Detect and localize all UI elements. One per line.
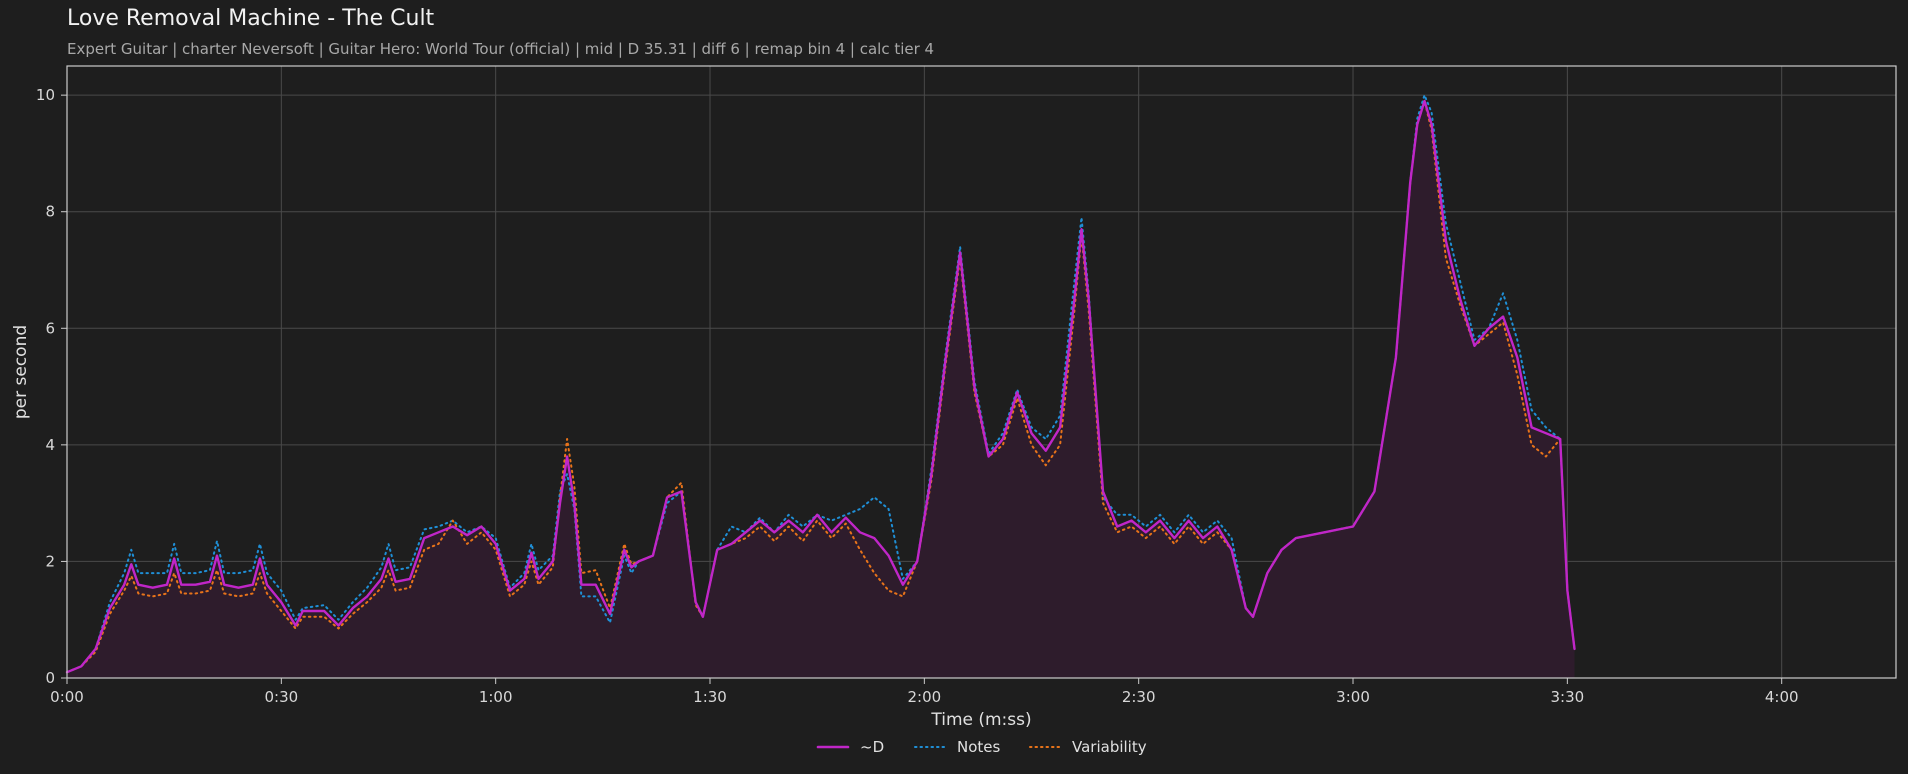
x-tick-label: 1:30 [693,688,727,706]
y-tick-label: 0 [45,669,55,687]
legend-label: Variability [1072,738,1147,756]
legend-label: ~D [860,738,884,756]
y-axis-label: per second [11,325,31,419]
x-tick-label: 4:00 [1765,688,1799,706]
y-tick-label: 4 [45,436,55,454]
x-tick-label: 2:00 [908,688,942,706]
d-area-fill [67,101,1575,678]
x-axis-label: Time (m:ss) [930,710,1031,730]
x-tick-label: 3:00 [1336,688,1370,706]
x-tick-label: 2:30 [1122,688,1156,706]
x-tick-label: 3:30 [1551,688,1585,706]
y-tick-label: 8 [45,203,55,221]
chart-svg: 0:00 0:30 1:00 1:30 2:00 2:30 3:00 3:30 4:00 0 2 4 6… [11,65,1897,756]
x-tick-label: 0:00 [50,688,84,706]
x-tick-label: 0:30 [264,688,298,706]
legend-label: Notes [957,738,1001,756]
x-tick-label: 1:00 [479,688,513,706]
y-tick-label: 10 [36,86,55,104]
legend: ~D Notes Variability [816,738,1147,756]
y-tick-label: 2 [45,552,55,570]
y-tick-label: 6 [45,319,55,337]
